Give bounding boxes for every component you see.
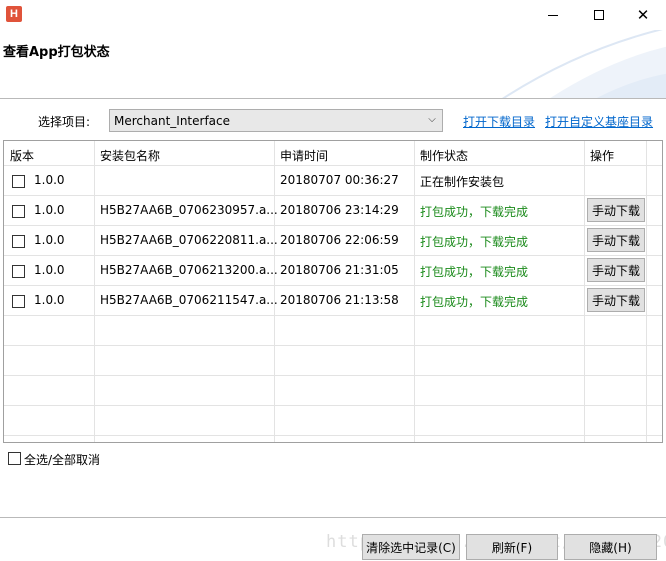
column-divider [584, 141, 585, 442]
title-bar: H ✕ [0, 0, 666, 30]
select-all-label: 全选/全部取消 [24, 453, 101, 467]
maximize-icon [594, 10, 604, 20]
row-status: 打包成功，下载完成 [420, 295, 529, 309]
clear-selected-button[interactable]: 清除选中记录(C) [362, 534, 460, 560]
row-version: 1.0.0 [34, 233, 65, 247]
row-divider [4, 195, 662, 196]
project-label: 选择项目: [38, 115, 91, 129]
minimize-icon [548, 14, 558, 16]
hide-button[interactable]: 隐藏(H) [564, 534, 657, 560]
open-download-dir-link[interactable]: 打开下载目录 [463, 113, 535, 130]
row-divider [4, 225, 662, 226]
row-package-name: H5B27AA6B_0706213200.a... [100, 263, 278, 277]
column-divider [94, 141, 95, 442]
minimize-button[interactable] [530, 0, 576, 30]
row-checkbox[interactable] [12, 235, 25, 248]
manual-download-button[interactable]: 手动下载 [587, 288, 645, 312]
refresh-button[interactable]: 刷新(F) [466, 534, 558, 560]
dialog-header: 查看App打包状态 [0, 30, 666, 98]
row-package-name: H5B27AA6B_0706211547.a... [100, 293, 278, 307]
row-divider [4, 165, 662, 166]
row-divider [4, 315, 662, 316]
row-package-name: H5B27AA6B_0706230957.a... [100, 203, 278, 217]
column-header-version[interactable]: 版本 [10, 147, 34, 164]
row-status: 打包成功，下载完成 [420, 235, 529, 249]
column-divider [414, 141, 415, 442]
row-divider [4, 255, 662, 256]
row-version: 1.0.0 [34, 293, 65, 307]
row-checkbox[interactable] [12, 205, 25, 218]
package-table: 版本 安装包名称 申请时间 制作状态 操作 1.0.0 20180707 00:… [3, 140, 663, 443]
footer-separator [0, 517, 666, 518]
row-divider [4, 435, 662, 436]
row-version: 1.0.0 [34, 203, 65, 217]
row-version: 1.0.0 [34, 173, 65, 187]
column-header-name[interactable]: 安装包名称 [100, 147, 160, 164]
row-checkbox[interactable] [12, 265, 25, 278]
column-header-time[interactable]: 申请时间 [280, 147, 328, 164]
header-decoration [502, 30, 666, 98]
manual-download-button[interactable]: 手动下载 [587, 228, 645, 252]
row-request-time: 20180706 21:31:05 [280, 263, 399, 277]
row-divider [4, 405, 662, 406]
row-version: 1.0.0 [34, 263, 65, 277]
row-checkbox[interactable] [12, 295, 25, 308]
manual-download-button[interactable]: 手动下载 [587, 198, 645, 222]
row-divider [4, 375, 662, 376]
project-select[interactable]: Merchant_Interface ⌵ [109, 109, 443, 132]
row-package-name: H5B27AA6B_0706220811.a... [100, 233, 278, 247]
column-divider [274, 141, 275, 442]
project-select-value: Merchant_Interface [114, 113, 230, 128]
select-all-checkbox[interactable] [8, 452, 21, 465]
row-checkbox[interactable] [12, 175, 25, 188]
maximize-button[interactable] [576, 0, 622, 30]
row-status: 打包成功，下载完成 [420, 265, 529, 279]
row-status: 打包成功，下载完成 [420, 205, 529, 219]
row-request-time: 20180706 22:06:59 [280, 233, 399, 247]
app-logo-icon: H [6, 6, 22, 22]
open-custom-base-dir-link[interactable]: 打开自定义基座目录 [545, 113, 653, 130]
row-request-time: 20180707 00:36:27 [280, 173, 399, 187]
row-status: 正在制作安装包 [420, 175, 505, 189]
row-divider [4, 285, 662, 286]
column-header-status[interactable]: 制作状态 [420, 147, 468, 164]
row-request-time: 20180706 23:14:29 [280, 203, 399, 217]
header-separator [0, 98, 666, 99]
manual-download-button[interactable]: 手动下载 [587, 258, 645, 282]
column-header-action[interactable]: 操作 [590, 147, 614, 164]
chevron-down-icon: ⌵ [428, 114, 436, 125]
row-request-time: 20180706 21:13:58 [280, 293, 399, 307]
column-divider [646, 141, 647, 442]
close-button[interactable]: ✕ [620, 0, 666, 30]
page-title: 查看App打包状态 [3, 45, 110, 60]
close-icon: ✕ [636, 6, 650, 24]
row-divider [4, 345, 662, 346]
